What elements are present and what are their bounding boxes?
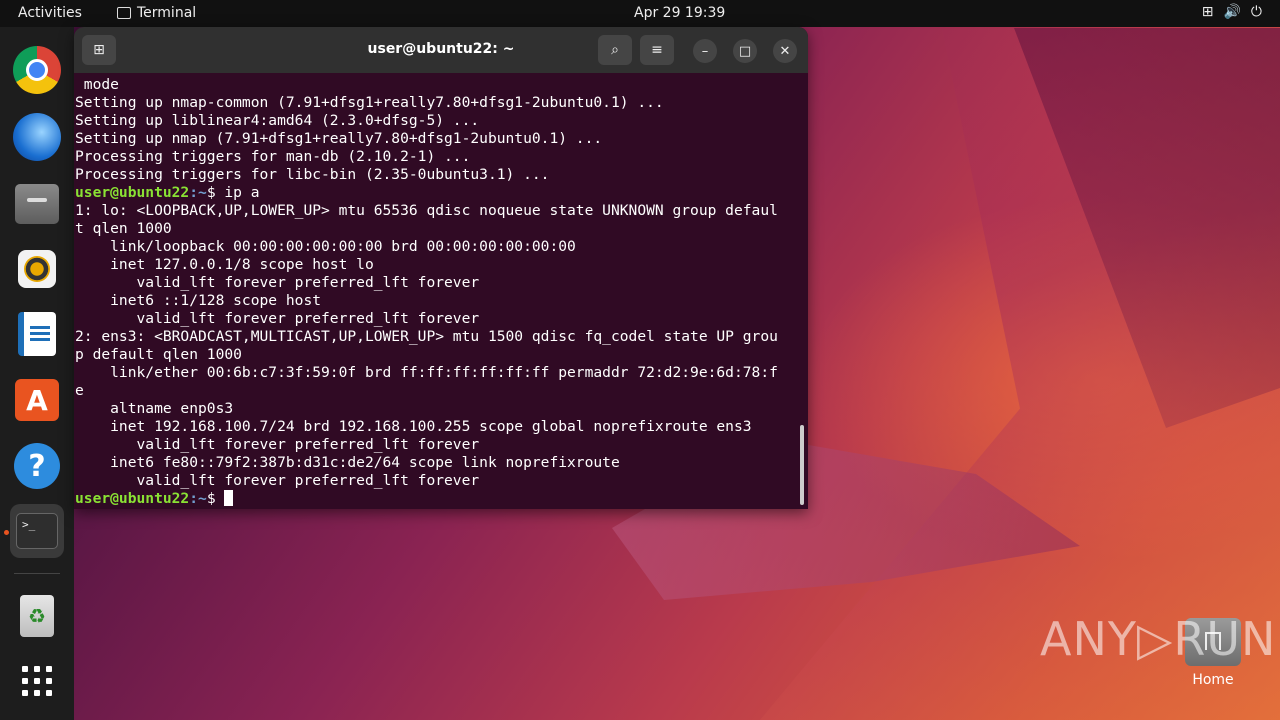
terminal-line: altname enp0s3 (75, 400, 234, 417)
dock-item-rhythmbox[interactable] (10, 242, 64, 296)
terminal-line: user@ubuntu22:~$ ip a (75, 184, 800, 202)
show-apps-button[interactable] (10, 654, 64, 708)
dock-separator (14, 573, 60, 574)
terminal-line: Setting up liblinear4:amd64 (2.3.0+dfsg-… (75, 112, 480, 129)
dock-item-chrome[interactable] (10, 43, 64, 97)
terminal-titlebar[interactable]: ⊞ user@ubuntu22: ~ ⌕ ≡ – □ ✕ (74, 27, 808, 73)
terminal-output[interactable]: mode Setting up nmap-common (7.91+dfsg1+r… (75, 76, 800, 506)
dock-item-files[interactable] (10, 177, 64, 231)
terminal-line: user@ubuntu22:~$ (75, 490, 800, 506)
command-text: $ (206, 490, 225, 506)
terminal-line: 2: ens3: <BROADCAST,MULTICAST,UP,LOWER_U… (75, 328, 778, 345)
close-button[interactable]: ✕ (773, 39, 797, 63)
minimize-button[interactable]: – (693, 39, 717, 63)
app-menu[interactable]: Terminal (117, 5, 196, 21)
search-icon: ⌕ (611, 42, 619, 58)
command-text: $ ip a (206, 184, 260, 201)
terminal-icon: >_ (16, 513, 58, 549)
prompt-path: :~ (189, 490, 207, 506)
terminal-line: link/loopback 00:00:00:00:00:00 brd 00:0… (75, 238, 576, 255)
close-icon: ✕ (779, 43, 791, 59)
libreoffice-writer-icon (18, 312, 56, 356)
terminal-scrollbar[interactable] (800, 425, 804, 505)
terminal-line: valid_lft forever preferred_lft forever (75, 310, 480, 327)
app-center-icon: A (15, 379, 59, 421)
dock-item-thunderbird[interactable] (10, 110, 64, 164)
menu-button[interactable]: ≡ (640, 35, 674, 65)
maximize-button[interactable]: □ (733, 39, 757, 63)
watermark-logo: ANY▷RUN (1040, 612, 1277, 666)
prompt-path: :~ (189, 184, 207, 201)
terminal-line: Processing triggers for libc-bin (2.35-0… (75, 166, 550, 183)
prompt-user: user@ubuntu22 (75, 184, 190, 201)
text-cursor (224, 490, 234, 506)
running-indicator (4, 530, 9, 535)
power-icon[interactable]: ⏻ (1251, 4, 1262, 20)
chrome-icon (13, 46, 61, 94)
files-icon (15, 184, 59, 224)
dock-item-help[interactable]: ? (10, 439, 64, 493)
terminal-line: e (75, 382, 84, 399)
rhythmbox-icon (18, 250, 56, 288)
trash-icon: ♻ (20, 595, 54, 637)
terminal-window[interactable]: ⊞ user@ubuntu22: ~ ⌕ ≡ – □ ✕ mode Setting… (74, 27, 808, 509)
search-button[interactable]: ⌕ (598, 35, 632, 65)
terminal-line: Setting up nmap (7.91+dfsg1+really7.80+d… (75, 130, 603, 147)
terminal-line: inet6 fe80::79f2:387b:d31c:de2/64 scope … (75, 454, 620, 471)
dock-item-writer[interactable] (10, 307, 64, 361)
terminal-line: inet 192.168.100.7/24 brd 192.168.100.25… (75, 418, 752, 435)
terminal-small-icon (117, 7, 131, 19)
thunderbird-icon (13, 113, 61, 161)
terminal-line: inet6 ::1/128 scope host (75, 292, 322, 309)
terminal-line: inet 127.0.0.1/8 scope host lo (75, 256, 374, 273)
home-label: Home (1192, 672, 1234, 688)
terminal-line: valid_lft forever preferred_lft forever (75, 274, 480, 291)
volume-icon[interactable]: 🔊 (1223, 4, 1240, 20)
dock-item-trash[interactable]: ♻ (10, 589, 64, 643)
app-grid-icon (22, 666, 52, 696)
terminal-line: mode (75, 76, 119, 93)
minimize-icon: – (701, 43, 709, 59)
network-icon[interactable]: ⊞ (1202, 4, 1214, 20)
terminal-line: link/ether 00:6b:c7:3f:59:0f brd ff:ff:f… (75, 364, 778, 381)
dock: A ? >_ ♻ (0, 27, 74, 720)
help-icon: ? (14, 443, 60, 489)
app-menu-label: Terminal (137, 5, 197, 21)
dock-item-software[interactable]: A (10, 373, 64, 427)
hamburger-icon: ≡ (651, 42, 663, 58)
dock-item-terminal[interactable]: >_ (10, 504, 64, 558)
maximize-icon: □ (738, 43, 752, 59)
system-tray[interactable]: ⊞ 🔊 ⏻ (1202, 4, 1262, 20)
activities-button[interactable]: Activities (18, 5, 82, 21)
top-bar: Activities Terminal Apr 29 19:39 ⊞ 🔊 ⏻ (0, 0, 1280, 27)
clock[interactable]: Apr 29 19:39 (634, 5, 725, 21)
terminal-line: Setting up nmap-common (7.91+dfsg1+reall… (75, 94, 664, 111)
terminal-line: p default qlen 1000 (75, 346, 242, 363)
prompt-user: user@ubuntu22 (75, 490, 190, 506)
terminal-line: valid_lft forever preferred_lft forever (75, 472, 480, 489)
terminal-line: valid_lft forever preferred_lft forever (75, 436, 480, 453)
terminal-line: t qlen 1000 (75, 220, 172, 237)
terminal-line: Processing triggers for man-db (2.10.2-1… (75, 148, 471, 165)
terminal-line: 1: lo: <LOOPBACK,UP,LOWER_UP> mtu 65536 … (75, 202, 778, 219)
